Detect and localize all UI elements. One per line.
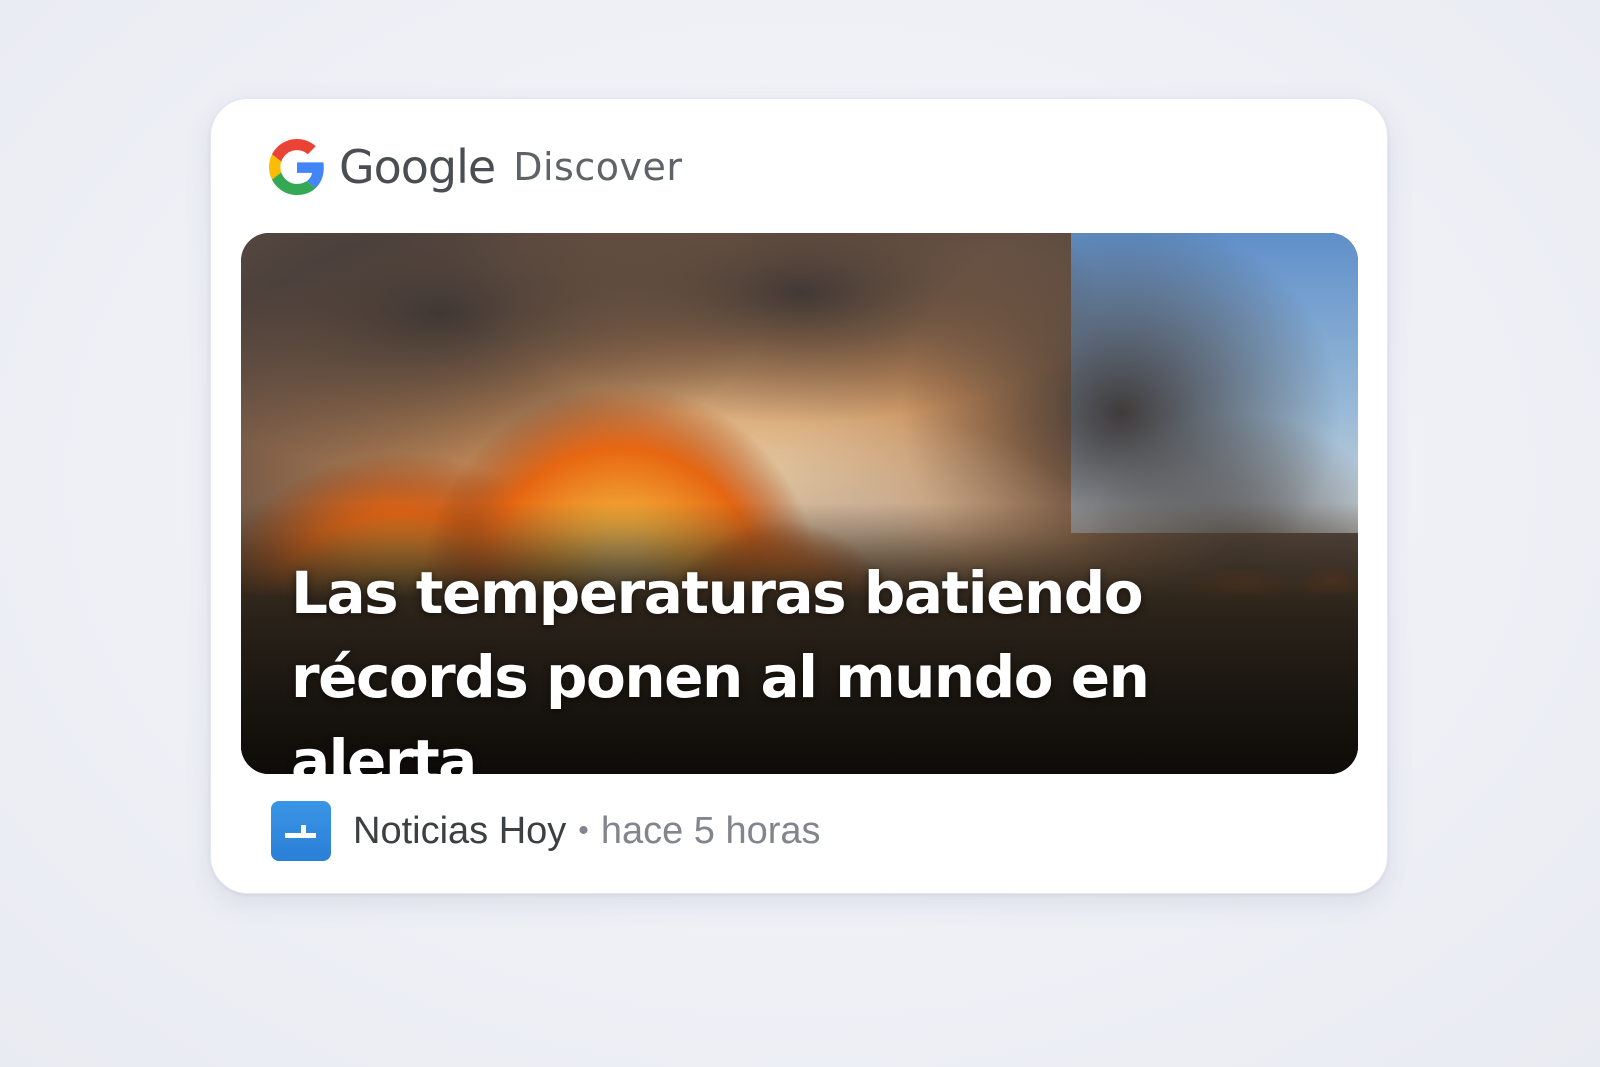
meta-separator: • (578, 814, 589, 847)
headline-line-1: Las temperaturas batiendo (291, 559, 1144, 627)
google-discover-header: Google Discover (269, 137, 682, 197)
page-background: Google Discover Las temperaturas batiend… (0, 0, 1600, 1067)
publisher-logo-icon[interactable] (271, 801, 331, 861)
publisher-name[interactable]: Noticias Hoy (353, 810, 566, 853)
article-meta: Noticias Hoy • hace 5 horas (271, 801, 821, 861)
article-headline[interactable]: Las temperaturas batiendo récords ponen … (291, 551, 1331, 774)
discover-label: Discover (513, 145, 683, 189)
publisher-logo-glyph-icon (285, 825, 316, 838)
google-g-icon (269, 139, 324, 195)
article-hero[interactable]: Las temperaturas batiendo récords ponen … (241, 233, 1358, 774)
google-wordmark: Google (339, 140, 496, 194)
discover-card[interactable]: Google Discover Las temperaturas batiend… (210, 98, 1388, 894)
headline-line-2: récords ponen al mundo en alerta (291, 643, 1150, 774)
publish-time: hace 5 horas (600, 809, 821, 852)
